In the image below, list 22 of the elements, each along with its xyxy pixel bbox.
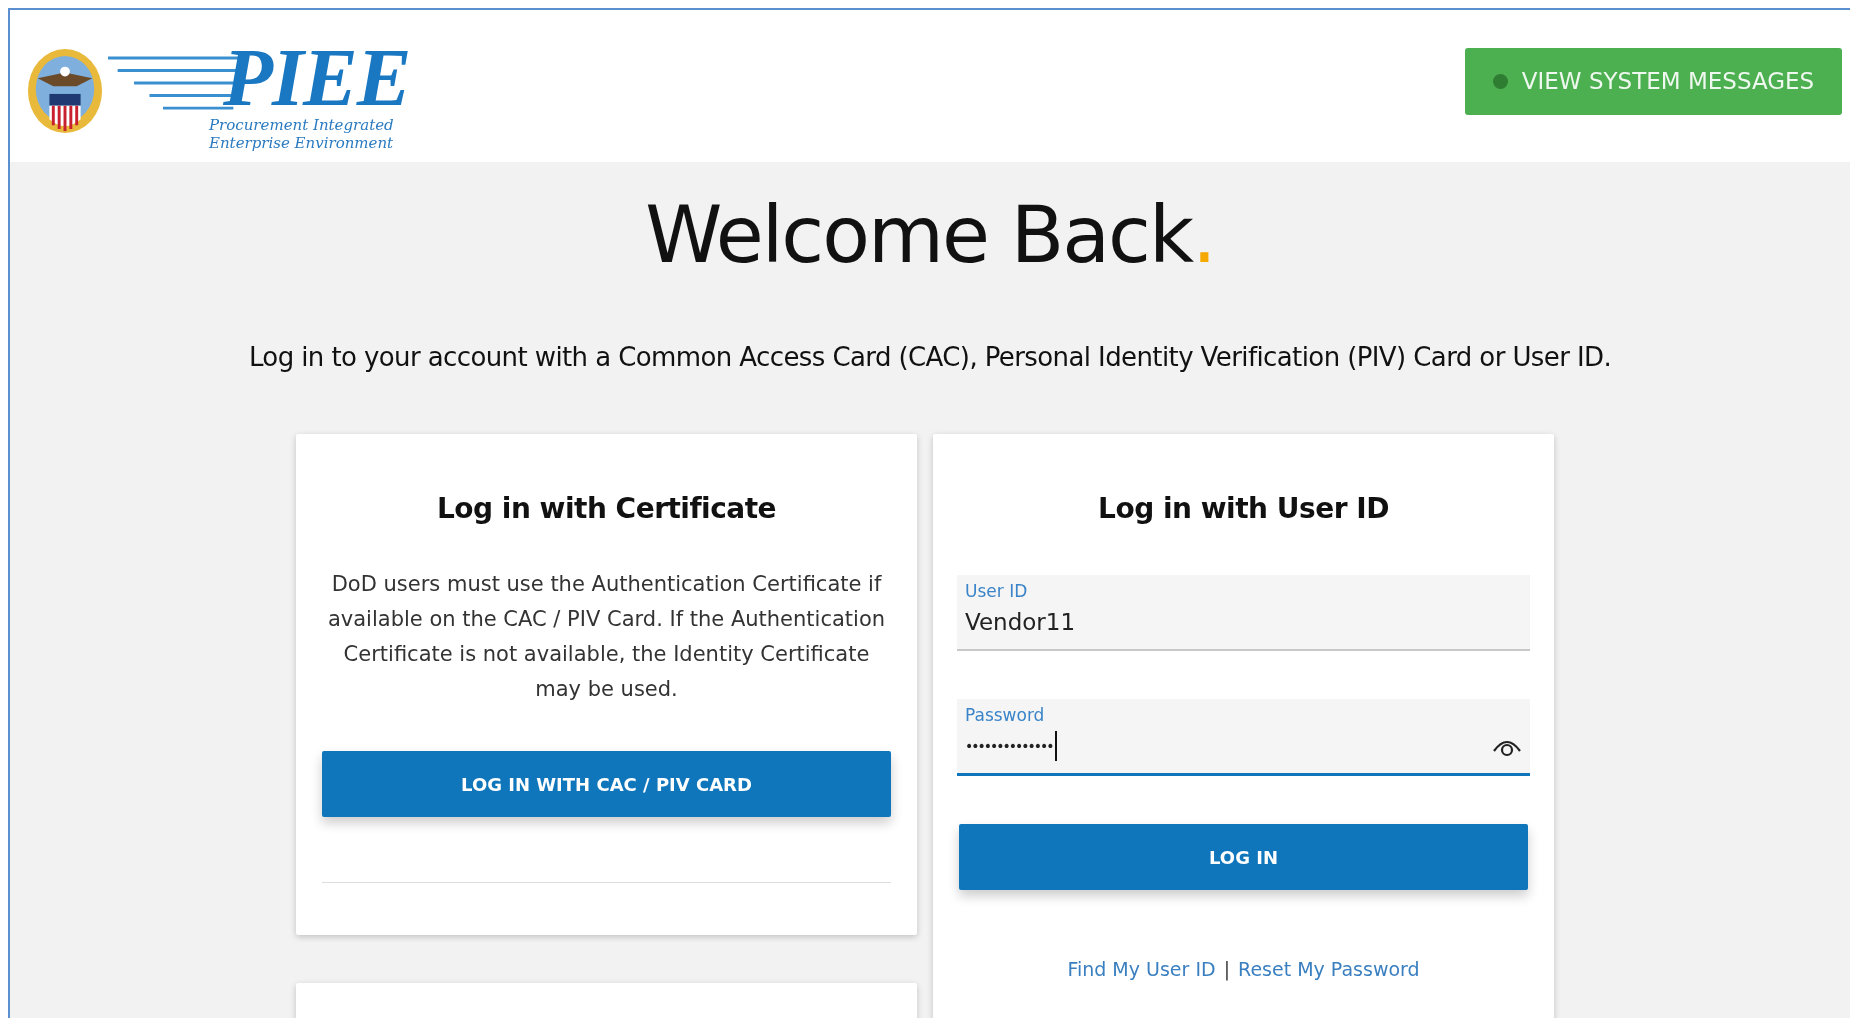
login-button[interactable]: LOG IN [959,824,1528,890]
user-id-field[interactable]: User ID Vendor11 [957,575,1530,651]
status-dot-icon [1492,73,1508,89]
intro-text: Log in to your account with a Common Access Card (CAC), Personal Identity Verification (PIV) Card or User ID. [248,342,1612,372]
card-title: Log in with Certificate [436,492,777,525]
logo-title: PIEE [223,40,411,116]
view-messages-button[interactable]: VIEW SYSTEM MESSAGES [1465,47,1842,115]
card-title: Log in with User ID [1098,492,1389,525]
reset-password-link[interactable]: Reset My Password [1238,958,1420,980]
field-value: Vendor11 [965,609,1076,635]
certificate-description: DoD users must use the Authentication Certificate if available on the CAC / PIV Card. If the Authentication Certificate is not available, the Identity Certificate may be used. [326,571,887,703]
cac-login-button[interactable]: LOG IN WITH CAC / PIV CARD [322,751,891,817]
logo-subtitle: Procurement Integrated [209,116,395,134]
logo-subtitle: Enterprise Environment [209,134,395,152]
password-field[interactable]: Password •••••••••••••• [957,699,1530,776]
welcome-heading: Welcome Back. [645,190,1215,280]
text-cursor [1054,731,1057,761]
link-separator: | [1223,958,1231,980]
password-value: •••••••••••••• [965,738,1053,754]
find-user-id-link[interactable]: Find My User ID [1067,958,1216,980]
field-label: Password [965,705,1046,725]
field-label: User ID [965,581,1029,601]
